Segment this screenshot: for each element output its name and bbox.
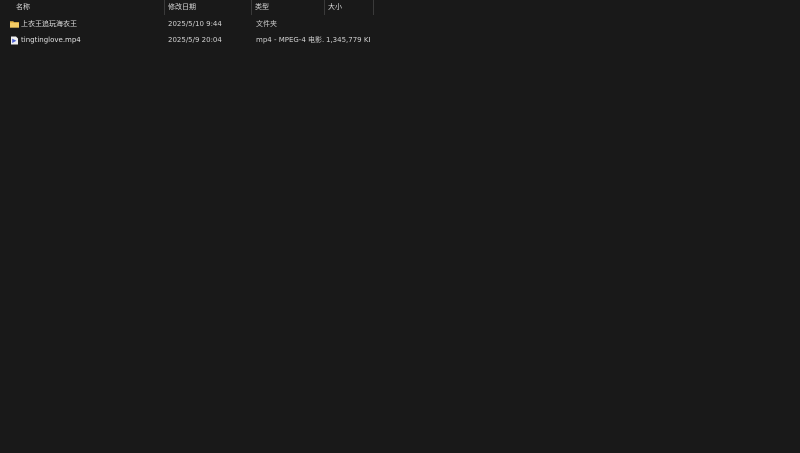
file-explorer-list: 名称 ^ 修改日期 类型 大小 上衣王追玩海衣王 2025/5/10 9:44 … [0,0,800,453]
column-header-type-label: 类型 [255,3,269,11]
video-file-icon [10,36,19,45]
column-divider[interactable] [373,0,374,15]
file-type: 文件夹 [256,20,277,28]
column-header-name-label: 名称 [16,3,30,11]
file-modified-date: 2025/5/9 20:04 [168,36,222,44]
sort-up-icon: ^ [87,0,93,5]
file-modified-date: 2025/5/10 9:44 [168,20,222,28]
column-header-bar: 名称 ^ 修改日期 类型 大小 [0,0,374,15]
file-row[interactable]: tingtinglove.mp4 2025/5/9 20:04 mp4 - MP… [0,32,374,48]
file-name: 上衣王追玩海衣王 [21,20,77,28]
folder-icon [10,20,19,28]
file-size [326,16,370,32]
file-name: tingtinglove.mp4 [21,36,81,44]
file-row[interactable]: 上衣王追玩海衣王 2025/5/10 9:44 文件夹 [0,16,374,32]
column-header-date[interactable]: 修改日期 [165,0,251,15]
file-type: mp4 - MPEG-4 电影... [256,36,324,44]
column-header-size-label: 大小 [328,3,342,11]
file-size: 1,345,779 KB [326,36,370,44]
column-header-size[interactable]: 大小 [325,0,373,15]
column-header-type[interactable]: 类型 [252,0,324,15]
column-header-date-label: 修改日期 [168,3,196,11]
